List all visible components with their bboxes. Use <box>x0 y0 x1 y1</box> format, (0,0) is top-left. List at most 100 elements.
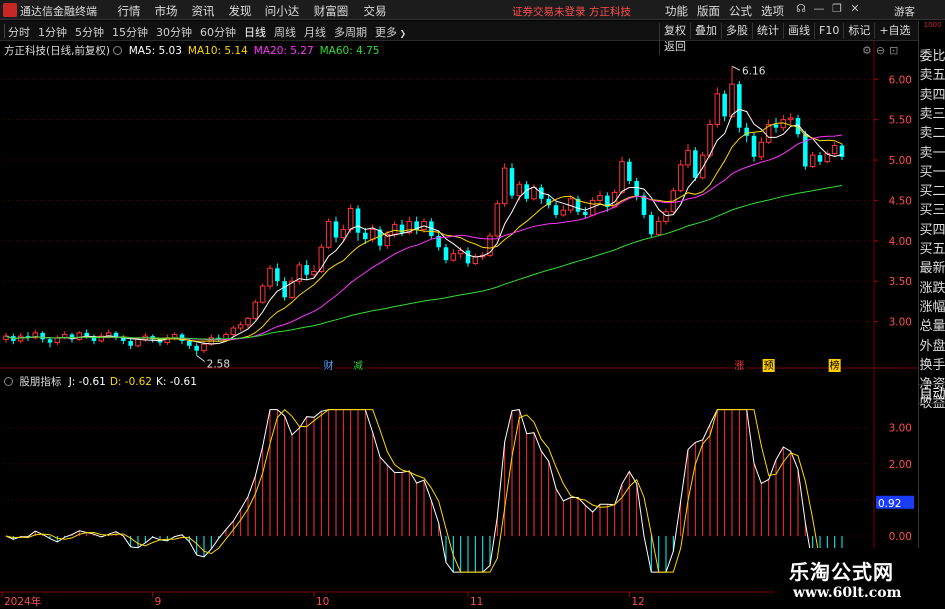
period-tab[interactable]: 月线 <box>304 24 326 40</box>
side-top-label: 1000 <box>923 21 942 29</box>
side-item[interactable]: 最新 <box>919 259 945 279</box>
candle-body <box>128 340 133 346</box>
event-tag[interactable]: 减 <box>353 360 363 372</box>
tool-button[interactable]: F10 <box>814 23 843 39</box>
candle-body <box>311 271 317 276</box>
candle-body <box>751 135 757 157</box>
restore-icon[interactable]: ❐ <box>830 2 844 15</box>
candle-body <box>472 256 479 264</box>
right-menu-item[interactable]: 功能 <box>665 3 688 19</box>
menu-item[interactable]: 发现 <box>223 3 257 19</box>
side-item[interactable]: 涨跌 <box>919 279 945 299</box>
main-y-tick: 4.00 <box>889 236 912 248</box>
minimize-icon[interactable]: — <box>812 2 826 15</box>
minus-icon[interactable]: ⊖ <box>876 44 885 57</box>
candle-body <box>304 265 309 275</box>
side-item[interactable]: 卖四 <box>919 86 945 106</box>
candle-body <box>501 167 508 205</box>
candle-body <box>560 209 567 216</box>
side-item[interactable]: 卖五 <box>919 66 945 86</box>
candle-body <box>677 164 684 192</box>
tool-button[interactable]: 统计 <box>752 23 783 39</box>
side-item[interactable]: 外盘 <box>919 337 945 357</box>
right-menu-item[interactable]: 公式 <box>729 3 752 19</box>
period-tab[interactable]: 30分钟 <box>156 24 192 40</box>
tool-button[interactable]: +自选 <box>874 23 914 39</box>
candle-body <box>347 208 354 230</box>
right-menu-item[interactable]: 版面 <box>697 3 720 19</box>
auto-button[interactable]: 自动 <box>919 384 945 404</box>
period-tab[interactable]: 15分钟 <box>112 24 148 40</box>
event-tag[interactable]: 榜 <box>830 359 840 372</box>
candle-body <box>583 211 588 215</box>
side-item[interactable]: 涨幅 <box>919 298 945 318</box>
chart-corner-tools: ⚙ ⊖ ⊡ <box>858 44 898 57</box>
ma-legend: MA5: 5.03 MA10: 5.14 MA20: 5.27 MA60: 4.75 <box>129 45 386 57</box>
guest-label[interactable]: 游客 <box>894 4 915 19</box>
candle-body <box>275 268 280 282</box>
settings-gear-icon[interactable] <box>113 46 123 55</box>
expand-icon[interactable]: ⊡ <box>889 44 898 57</box>
tool-button[interactable]: 画线 <box>783 23 814 39</box>
period-tab[interactable]: 5分钟 <box>75 24 104 40</box>
kdj-legend: 股朋指标 J: -0.61 D: -0.62 K: -0.61 <box>4 374 197 389</box>
period-tab[interactable]: 分时 <box>8 24 30 40</box>
candle-body <box>325 220 332 248</box>
period-tab[interactable]: 多周期 <box>334 24 367 40</box>
watermark-title: 乐淘公式网 <box>789 560 894 584</box>
candle-body <box>76 332 83 340</box>
low-price-label: 2.58 <box>207 359 230 371</box>
side-item[interactable]: 换手 <box>919 356 945 376</box>
headset-icon[interactable]: ☊ <box>794 2 808 15</box>
menu-item[interactable]: 交易 <box>358 3 392 19</box>
candle-body <box>187 340 192 346</box>
candle-body <box>714 93 721 126</box>
candle-body <box>17 335 24 342</box>
x-axis-label: 11 <box>470 596 483 608</box>
broker-name[interactable]: 方正科技 <box>589 4 631 19</box>
tool-button[interactable]: 多股 <box>721 23 752 39</box>
candle-body <box>597 195 603 201</box>
period-tab[interactable]: 日线 <box>244 24 266 40</box>
candle-body <box>619 161 625 193</box>
login-status[interactable]: 证券交易未登录 <box>512 4 586 19</box>
menu-item[interactable]: 市场 <box>149 3 183 19</box>
menu-item[interactable]: 行情 <box>112 3 146 19</box>
side-item[interactable]: 买五 <box>919 240 945 260</box>
side-item[interactable]: 卖一 <box>919 144 945 164</box>
event-tag[interactable]: 涨 <box>734 360 744 372</box>
side-item[interactable]: 卖三 <box>919 105 945 125</box>
candle-body <box>685 149 691 166</box>
menu-item[interactable]: 资讯 <box>186 3 220 19</box>
side-item[interactable]: 买四 <box>919 221 945 241</box>
right-menu-item[interactable]: 选项 <box>761 3 784 19</box>
x-axis-label: 10 <box>316 596 329 608</box>
tool-button[interactable]: 复权 <box>659 23 690 39</box>
close-icon[interactable]: ✕ <box>848 2 862 15</box>
settings-icon[interactable]: ⚙ <box>862 44 872 57</box>
candle-body <box>773 124 779 128</box>
side-item[interactable]: 总量 <box>919 317 945 337</box>
main-y-tick: 6.00 <box>889 74 912 86</box>
period-tab[interactable]: 周线 <box>274 24 296 40</box>
side-item[interactable]: 卖二 <box>919 124 945 144</box>
indicator-settings-icon[interactable] <box>4 377 13 386</box>
ma-value: MA60: 4.75 <box>319 45 380 57</box>
tool-button[interactable]: 标记 <box>843 23 874 39</box>
menu-item[interactable]: 问小达 <box>260 3 304 19</box>
kdj-value: J: -0.61 <box>68 376 106 388</box>
event-tag[interactable]: 预 <box>764 360 774 372</box>
side-item[interactable]: 买三 <box>919 201 945 221</box>
tool-button[interactable]: 叠加 <box>690 23 721 39</box>
period-tab[interactable]: 1分钟 <box>38 24 67 40</box>
side-item[interactable]: 委比 <box>919 47 945 67</box>
event-tag[interactable]: 财 <box>324 359 334 372</box>
menu-item[interactable]: 财富圈 <box>307 3 355 19</box>
candle-body <box>831 145 838 155</box>
kline-chart[interactable]: 6.00 5.50 5.00 4.50 4.00 3.50 3.00 6.16 2.58 财 减 涨 预… <box>0 41 918 609</box>
side-item[interactable]: 买一 <box>919 163 945 183</box>
period-tab[interactable]: 更多 <box>375 24 406 40</box>
high-pointer <box>731 65 741 71</box>
side-item[interactable]: 买二 <box>919 182 945 202</box>
period-tab[interactable]: 60分钟 <box>200 24 236 40</box>
